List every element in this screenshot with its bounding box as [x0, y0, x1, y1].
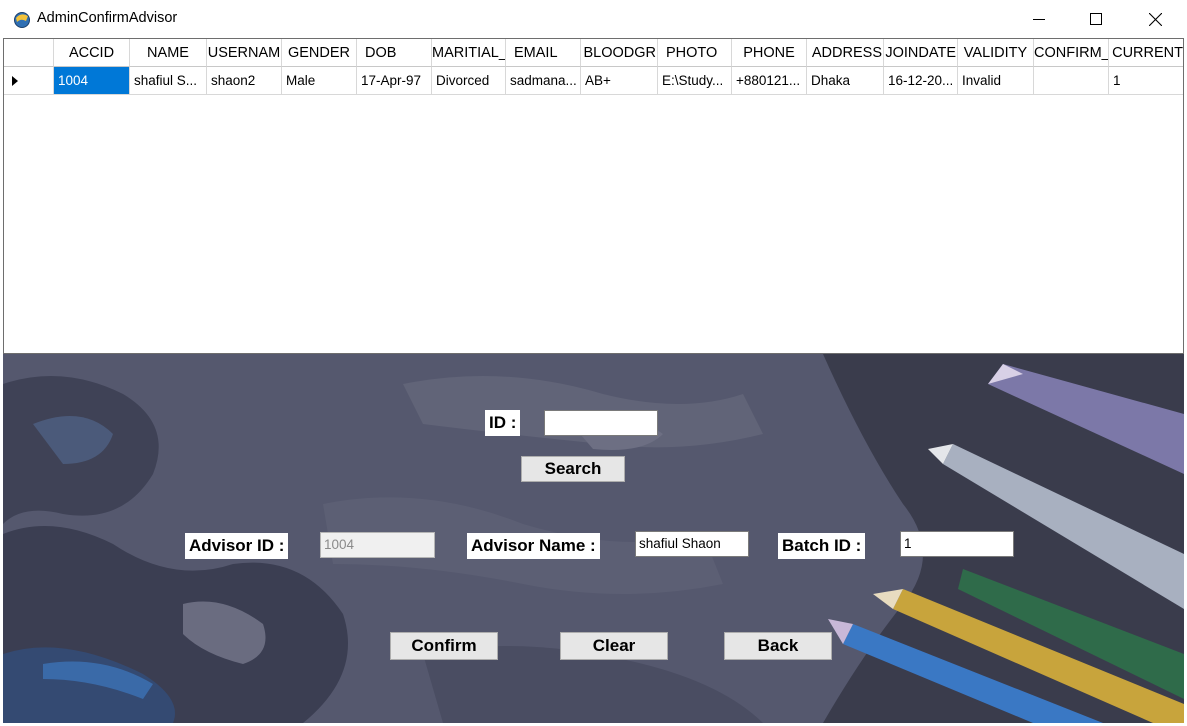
column-header[interactable]: USERNAM	[207, 39, 282, 67]
table-cell[interactable]: +880121...	[732, 67, 807, 95]
column-header[interactable]: ACCID	[54, 39, 130, 67]
table-cell[interactable]: 17-Apr-97	[357, 67, 432, 95]
column-header[interactable]: GENDER	[282, 39, 357, 67]
column-header[interactable]: VALIDITY	[958, 39, 1034, 67]
table-cell[interactable]: Male	[282, 67, 357, 95]
batch-id-field[interactable]: 1	[900, 531, 1014, 557]
column-header[interactable]: ADDRESS	[807, 39, 884, 67]
batch-id-label: Batch ID :	[778, 533, 866, 559]
back-button[interactable]: Back	[724, 632, 832, 660]
table-row[interactable]: 1004 shafiul S... shaon2 Male 17-Apr-97 …	[4, 67, 1183, 95]
id-search-input[interactable]	[544, 410, 658, 436]
table-cell[interactable]	[1034, 67, 1109, 95]
table-cell[interactable]: 16-12-20...	[884, 67, 958, 95]
minimize-icon	[1033, 19, 1045, 20]
table-cell[interactable]: shafiul S...	[130, 67, 207, 95]
column-header[interactable]: MARITIAL_	[432, 39, 506, 67]
column-header[interactable]: DOB	[357, 39, 432, 67]
column-header[interactable]: PHOTO	[658, 39, 732, 67]
advisor-id-field[interactable]: 1004	[320, 532, 435, 558]
table-cell[interactable]: shaon2	[207, 67, 282, 95]
table-cell[interactable]: Invalid	[958, 67, 1034, 95]
advisor-name-label: Advisor Name :	[467, 533, 600, 559]
column-header[interactable]: CONFIRM_	[1034, 39, 1109, 67]
close-button[interactable]	[1126, 0, 1184, 38]
table-cell[interactable]: sadmana...	[506, 67, 581, 95]
table-cell[interactable]: AB+	[581, 67, 658, 95]
advisor-name-field[interactable]: shafiul Shaon	[635, 531, 749, 557]
minimize-button[interactable]	[1010, 0, 1068, 38]
table-cell[interactable]: 1	[1109, 67, 1183, 95]
advisor-data-grid[interactable]: ACCID NAME USERNAM GENDER DOB MARITIAL_ …	[3, 38, 1184, 354]
column-header[interactable]: JOINDATE	[884, 39, 958, 67]
column-header[interactable]: EMAIL	[506, 39, 581, 67]
table-cell[interactable]: Divorced	[432, 67, 506, 95]
grid-corner-cell[interactable]	[4, 39, 54, 67]
column-header[interactable]: BLOODGR	[581, 39, 658, 67]
close-icon	[1148, 12, 1162, 26]
id-label: ID :	[485, 410, 521, 436]
grid-header: ACCID NAME USERNAM GENDER DOB MARITIAL_ …	[4, 39, 1183, 67]
column-header[interactable]: CURRENT	[1109, 39, 1183, 67]
column-header[interactable]: NAME	[130, 39, 207, 67]
maximize-icon	[1090, 13, 1102, 25]
column-header[interactable]: PHONE	[732, 39, 807, 67]
row-header[interactable]	[4, 67, 54, 95]
advisor-id-label: Advisor ID :	[185, 533, 289, 559]
search-button[interactable]: Search	[521, 456, 625, 482]
current-row-arrow-icon	[12, 76, 18, 86]
table-cell[interactable]: 1004	[54, 67, 130, 95]
app-icon	[14, 12, 30, 28]
table-cell[interactable]: E:\Study...	[658, 67, 732, 95]
confirm-button[interactable]: Confirm	[390, 632, 498, 660]
maximize-button[interactable]	[1067, 0, 1125, 38]
window-title: AdminConfirmAdvisor	[37, 10, 178, 26]
confirm-advisor-panel: ID : Search Advisor ID : 1004 Advisor Na…	[3, 354, 1184, 723]
table-cell[interactable]: Dhaka	[807, 67, 884, 95]
title-bar: AdminConfirmAdvisor	[0, 0, 1187, 38]
clear-button[interactable]: Clear	[560, 632, 668, 660]
